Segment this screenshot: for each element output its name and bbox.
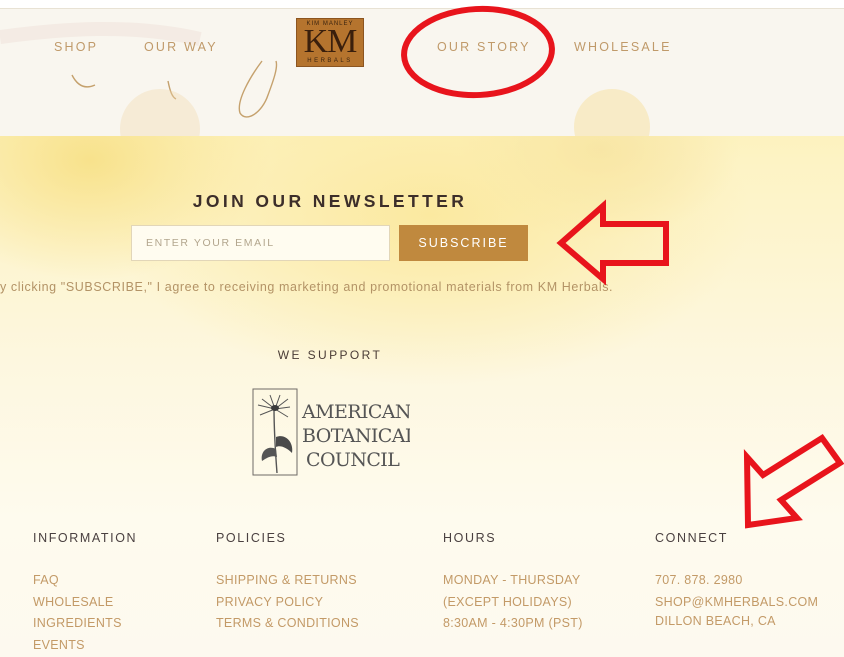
nav-shop[interactable]: SHOP — [54, 40, 98, 54]
footer-link-ingredients[interactable]: INGREDIENTS — [33, 616, 122, 630]
footer-link-wholesale[interactable]: WHOLESALE — [33, 595, 114, 609]
connect-location: DILLON BEACH, CA — [655, 614, 776, 628]
footer-link-shipping-returns[interactable]: SHIPPING & RETURNS — [216, 573, 357, 587]
nav-our-story[interactable]: OUR STORY — [437, 40, 531, 54]
abc-line-2: BOTANICAL — [302, 425, 410, 447]
hours-time: 8:30AM - 4:30PM (PST) — [443, 616, 583, 630]
nav-our-way[interactable]: OUR WAY — [144, 40, 218, 54]
footer-link-events[interactable]: EVENTS — [33, 638, 85, 652]
american-botanical-council-logo[interactable]: AMERICAN BOTANICAL COUNCIL — [250, 387, 410, 479]
connect-email[interactable]: SHOP@KMHERBALS.COM — [655, 595, 818, 609]
newsletter-title: JOIN OUR NEWSLETTER — [192, 191, 468, 211]
header — [0, 8, 844, 136]
email-input[interactable] — [131, 225, 390, 261]
top-strip — [0, 0, 844, 8]
we-support-heading: WE SUPPORT — [277, 348, 383, 362]
footer-information-heading: INFORMATION — [33, 531, 138, 545]
footer-hours-heading: HOURS — [443, 531, 497, 545]
footer-connect-heading: CONNECT — [655, 531, 729, 545]
abc-line-1: AMERICAN — [301, 401, 410, 423]
abc-line-3: COUNCIL — [306, 449, 400, 471]
subscribe-button[interactable]: SUBSCRIBE — [399, 225, 528, 261]
footer-policies-heading: POLICIES — [216, 531, 287, 545]
hours-exception: (EXCEPT HOLIDAYS) — [443, 595, 572, 609]
footer-link-terms-conditions[interactable]: TERMS & CONDITIONS — [216, 616, 359, 630]
consent-text: y clicking "SUBSCRIBE," I agree to recei… — [0, 280, 614, 294]
hours-days: MONDAY - THURSDAY — [443, 573, 581, 587]
connect-phone[interactable]: 707. 878. 2980 — [655, 573, 743, 587]
page: SHOP OUR WAY OUR STORY WHOLESALE KIM MAN… — [0, 0, 844, 657]
logo-monogram: KM — [303, 23, 358, 60]
nav-wholesale[interactable]: WHOLESALE — [574, 40, 672, 54]
script-flourish-decoration — [0, 21, 650, 136]
footer-link-faq[interactable]: FAQ — [33, 573, 59, 587]
km-herbals-logo[interactable]: KIM MANLEY KM HERBALS — [296, 18, 364, 67]
coneflower-icon — [257, 394, 293, 474]
logo-bottom-text: HERBALS — [307, 58, 353, 64]
footer-link-privacy-policy[interactable]: PRIVACY POLICY — [216, 595, 323, 609]
